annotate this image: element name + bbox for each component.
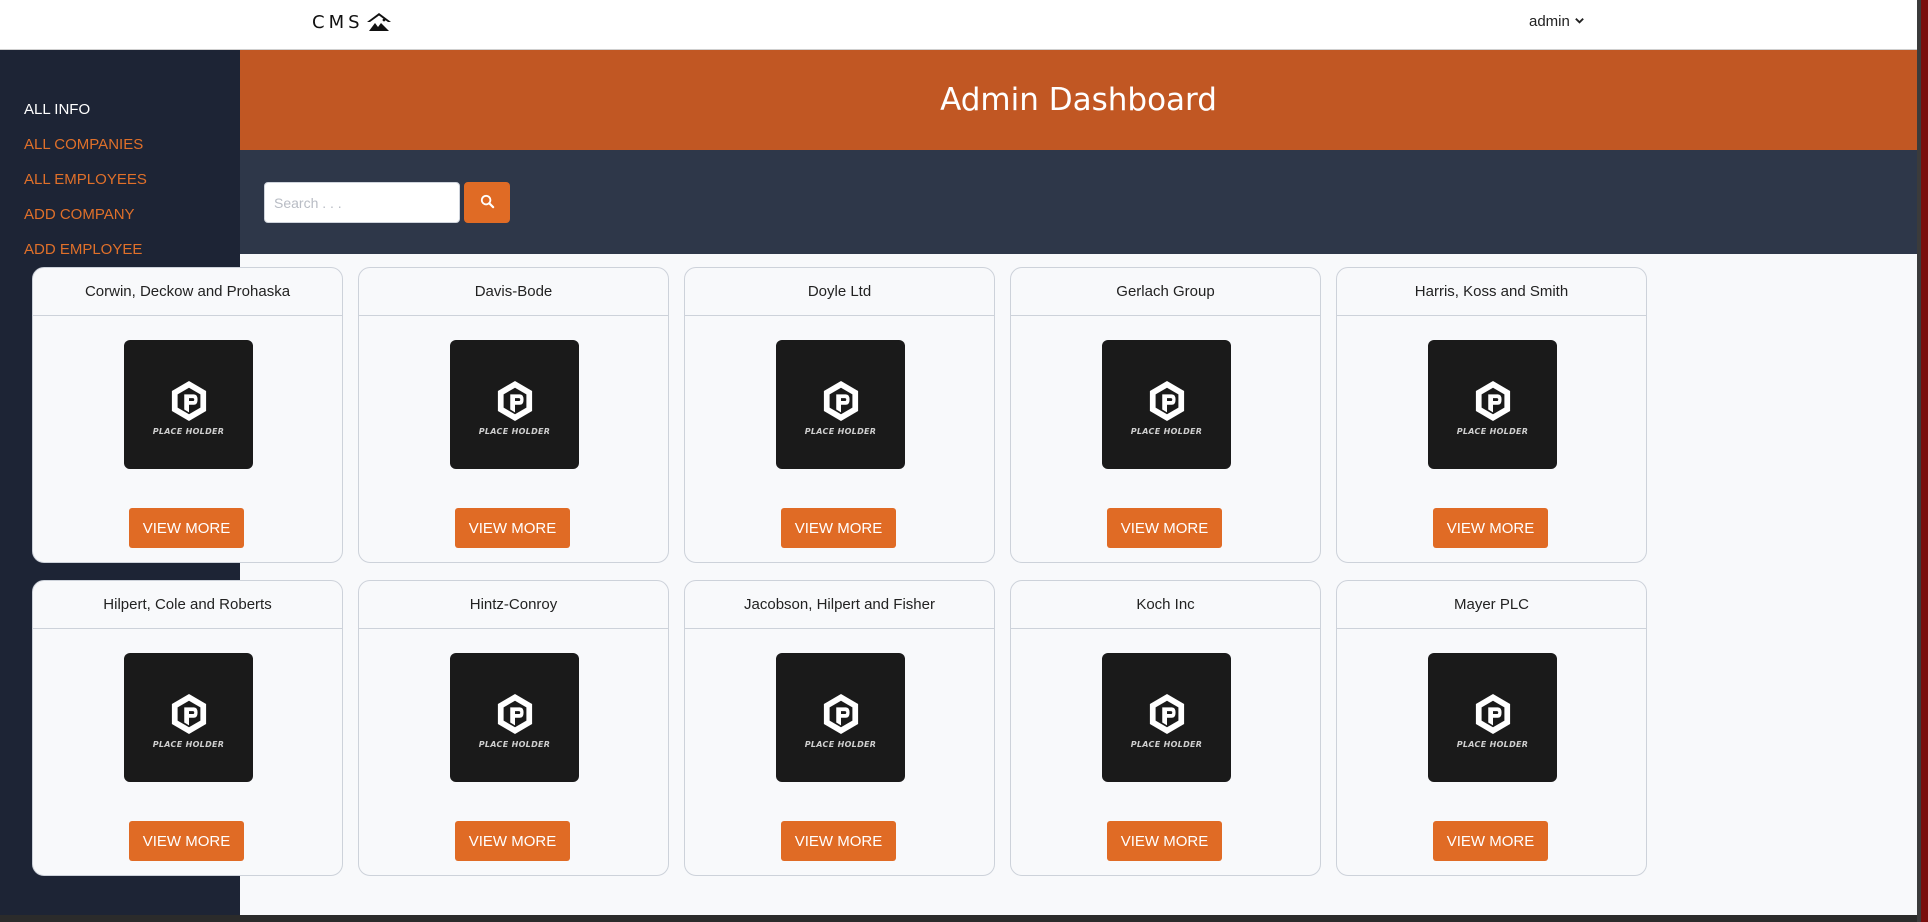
sidebar-item-all-employees[interactable]: ALL EMPLOYEES (0, 162, 240, 197)
company-logo-placeholder: PLACE HOLDER (450, 653, 579, 782)
placeholder-logo-icon (1475, 380, 1510, 421)
company-name: Mayer PLC (1337, 581, 1646, 629)
company-logo-placeholder: PLACE HOLDER (1102, 340, 1231, 469)
company-logo-placeholder: PLACE HOLDER (1428, 653, 1557, 782)
view-more-button[interactable]: VIEW MORE (781, 508, 896, 548)
sidebar-menu: ALL INFO ALL COMPANIES ALL EMPLOYEES ADD… (0, 50, 240, 267)
company-card: Harris, Koss and Smith PLACE HOLDER VIEW… (1336, 267, 1647, 563)
company-name: Koch Inc (1011, 581, 1320, 629)
company-logo-placeholder: PLACE HOLDER (124, 340, 253, 469)
chevron-down-icon (1574, 13, 1585, 30)
placeholder-logo-icon (1149, 380, 1184, 421)
view-more-button[interactable]: VIEW MORE (1107, 508, 1222, 548)
sidebar-item-add-employee[interactable]: ADD EMPLOYEE (0, 232, 240, 267)
placeholder-text: PLACE HOLDER (478, 426, 551, 436)
sidebar-item-all-companies[interactable]: ALL COMPANIES (0, 127, 240, 162)
company-card: Gerlach Group PLACE HOLDER VIEW MORE (1010, 267, 1321, 563)
page-title: Admin Dashboard (940, 82, 1217, 118)
company-logo-placeholder: PLACE HOLDER (1102, 653, 1231, 782)
scrollbar[interactable] (1917, 0, 1921, 922)
company-name: Davis-Bode (359, 268, 668, 316)
view-more-button[interactable]: VIEW MORE (455, 821, 570, 861)
view-more-button[interactable]: VIEW MORE (781, 821, 896, 861)
view-more-button[interactable]: VIEW MORE (455, 508, 570, 548)
user-menu[interactable]: admin (1529, 13, 1585, 30)
company-card: Koch Inc PLACE HOLDER VIEW MORE (1010, 580, 1321, 876)
placeholder-text: PLACE HOLDER (804, 426, 877, 436)
company-name: Corwin, Deckow and Prohaska (33, 268, 342, 316)
placeholder-text: PLACE HOLDER (1130, 426, 1203, 436)
company-card: Hintz-Conroy PLACE HOLDER VIEW MORE (358, 580, 669, 876)
placeholder-logo-icon (171, 693, 206, 734)
company-name: Hilpert, Cole and Roberts (33, 581, 342, 629)
placeholder-text: PLACE HOLDER (152, 739, 225, 749)
company-logo-placeholder: PLACE HOLDER (1428, 340, 1557, 469)
company-name: Doyle Ltd (685, 268, 994, 316)
company-card: Davis-Bode PLACE HOLDER VIEW MORE (358, 267, 669, 563)
company-logo-placeholder: PLACE HOLDER (450, 340, 579, 469)
placeholder-logo-icon (1149, 693, 1184, 734)
company-card: Mayer PLC PLACE HOLDER VIEW MORE (1336, 580, 1647, 876)
placeholder-text: PLACE HOLDER (152, 426, 225, 436)
window-edge (1917, 0, 1928, 922)
placeholder-logo-icon (823, 693, 858, 734)
placeholder-text: PLACE HOLDER (1456, 739, 1529, 749)
company-card: Corwin, Deckow and Prohaska PLACE HOLDER… (32, 267, 343, 563)
search-input[interactable] (264, 182, 460, 223)
brand-name: CMS (312, 11, 364, 33)
placeholder-text: PLACE HOLDER (478, 739, 551, 749)
top-navbar: CMS admin (0, 0, 1917, 50)
company-name: Gerlach Group (1011, 268, 1320, 316)
placeholder-logo-icon (1475, 693, 1510, 734)
bottom-bar (0, 915, 1917, 922)
placeholder-text: PLACE HOLDER (804, 739, 877, 749)
brand-logo[interactable]: CMS (312, 11, 392, 33)
company-grid: Corwin, Deckow and Prohaska PLACE HOLDER… (32, 267, 1648, 876)
page-header: Admin Dashboard (240, 50, 1917, 150)
company-card: Doyle Ltd PLACE HOLDER VIEW MORE (684, 267, 995, 563)
search-bar (240, 150, 1917, 254)
user-menu-label: admin (1529, 13, 1570, 30)
placeholder-logo-icon (497, 380, 532, 421)
placeholder-logo-icon (497, 693, 532, 734)
search-icon (480, 194, 495, 212)
sidebar-item-add-company[interactable]: ADD COMPANY (0, 197, 240, 232)
company-card: Jacobson, Hilpert and Fisher PLACE HOLDE… (684, 580, 995, 876)
placeholder-logo-icon (823, 380, 858, 421)
placeholder-text: PLACE HOLDER (1130, 739, 1203, 749)
company-card: Hilpert, Cole and Roberts PLACE HOLDER V… (32, 580, 343, 876)
sidebar-item-all-info[interactable]: ALL INFO (0, 92, 240, 127)
placeholder-text: PLACE HOLDER (1456, 426, 1529, 436)
view-more-button[interactable]: VIEW MORE (1107, 821, 1222, 861)
view-more-button[interactable]: VIEW MORE (1433, 508, 1548, 548)
view-more-button[interactable]: VIEW MORE (129, 508, 244, 548)
company-name: Hintz-Conroy (359, 581, 668, 629)
company-logo-placeholder: PLACE HOLDER (124, 653, 253, 782)
placeholder-logo-icon (171, 380, 206, 421)
company-logo-placeholder: PLACE HOLDER (776, 340, 905, 469)
mountain-house-icon (366, 11, 392, 33)
company-name: Jacobson, Hilpert and Fisher (685, 581, 994, 629)
view-more-button[interactable]: VIEW MORE (129, 821, 244, 861)
view-more-button[interactable]: VIEW MORE (1433, 821, 1548, 861)
company-logo-placeholder: PLACE HOLDER (776, 653, 905, 782)
search-button[interactable] (464, 182, 510, 223)
company-name: Harris, Koss and Smith (1337, 268, 1646, 316)
